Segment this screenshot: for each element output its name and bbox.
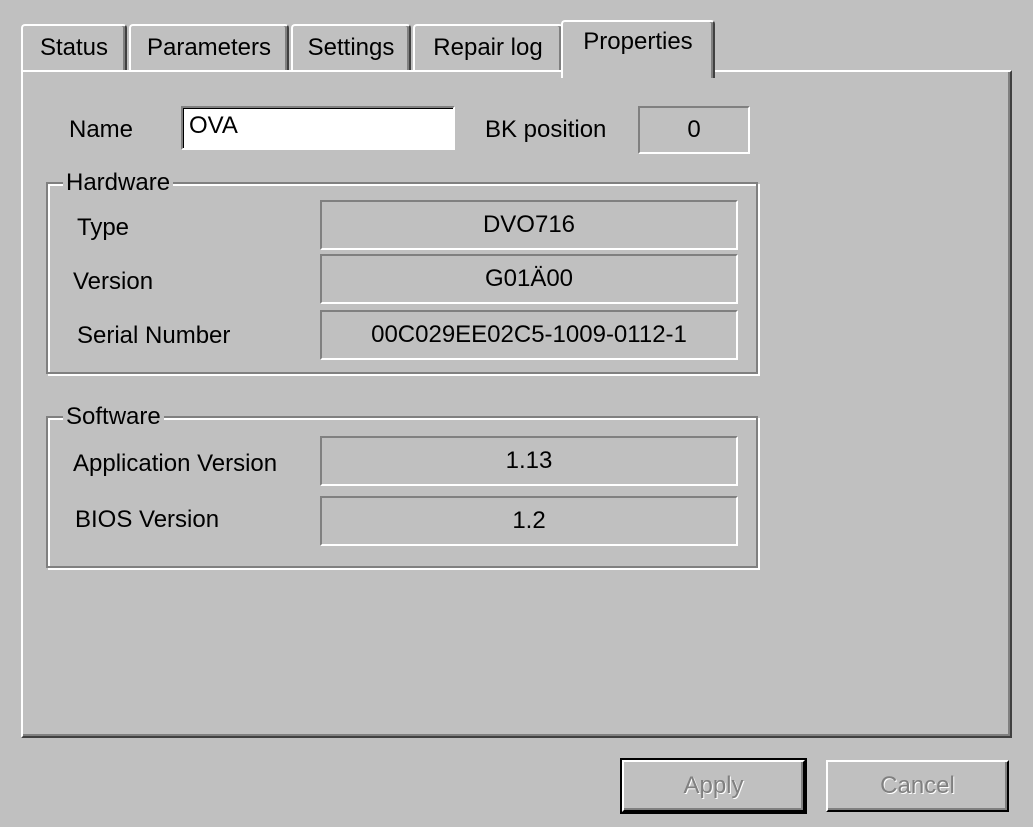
version-value: G01Ä00	[320, 254, 738, 304]
tab-settings[interactable]: Settings	[291, 24, 411, 72]
tab-properties[interactable]: Properties	[561, 20, 715, 78]
serial-number-label: Serial Number	[77, 322, 231, 349]
cancel-button[interactable]: Cancel	[826, 760, 1009, 812]
properties-dialog: Status Parameters Settings Repair log Pr…	[0, 0, 1033, 827]
bk-position-value: 0	[638, 106, 750, 154]
type-label: Type	[77, 214, 130, 241]
name-field[interactable]: OVA	[181, 106, 455, 150]
tab-properties-label: Properties	[583, 28, 693, 55]
properties-panel: Name OVA BK position 0 Hardware Type DVO…	[21, 70, 1012, 738]
name-label: Name	[69, 116, 134, 143]
hardware-group-title: Hardware	[63, 170, 174, 196]
tab-parameters[interactable]: Parameters	[129, 24, 289, 72]
application-version-value: 1.13	[320, 436, 738, 486]
bios-version-value: 1.2	[320, 496, 738, 546]
software-group-title: Software	[63, 404, 164, 430]
serial-number-value: 00C029EE02C5-1009-0112-1	[320, 310, 738, 360]
apply-button[interactable]: Apply	[620, 758, 807, 814]
application-version-label: Application Version	[73, 450, 278, 477]
tab-status[interactable]: Status	[21, 24, 127, 72]
tab-status-label: Status	[39, 34, 109, 61]
bios-version-label: BIOS Version	[75, 506, 220, 533]
tab-repair-log-label: Repair log	[433, 34, 543, 61]
tab-settings-label: Settings	[307, 34, 395, 61]
tab-repair-log[interactable]: Repair log	[413, 24, 563, 72]
version-label: Version	[73, 268, 154, 295]
bk-position-label: BK position	[485, 116, 607, 143]
type-value: DVO716	[320, 200, 738, 250]
tab-parameters-label: Parameters	[146, 34, 272, 61]
